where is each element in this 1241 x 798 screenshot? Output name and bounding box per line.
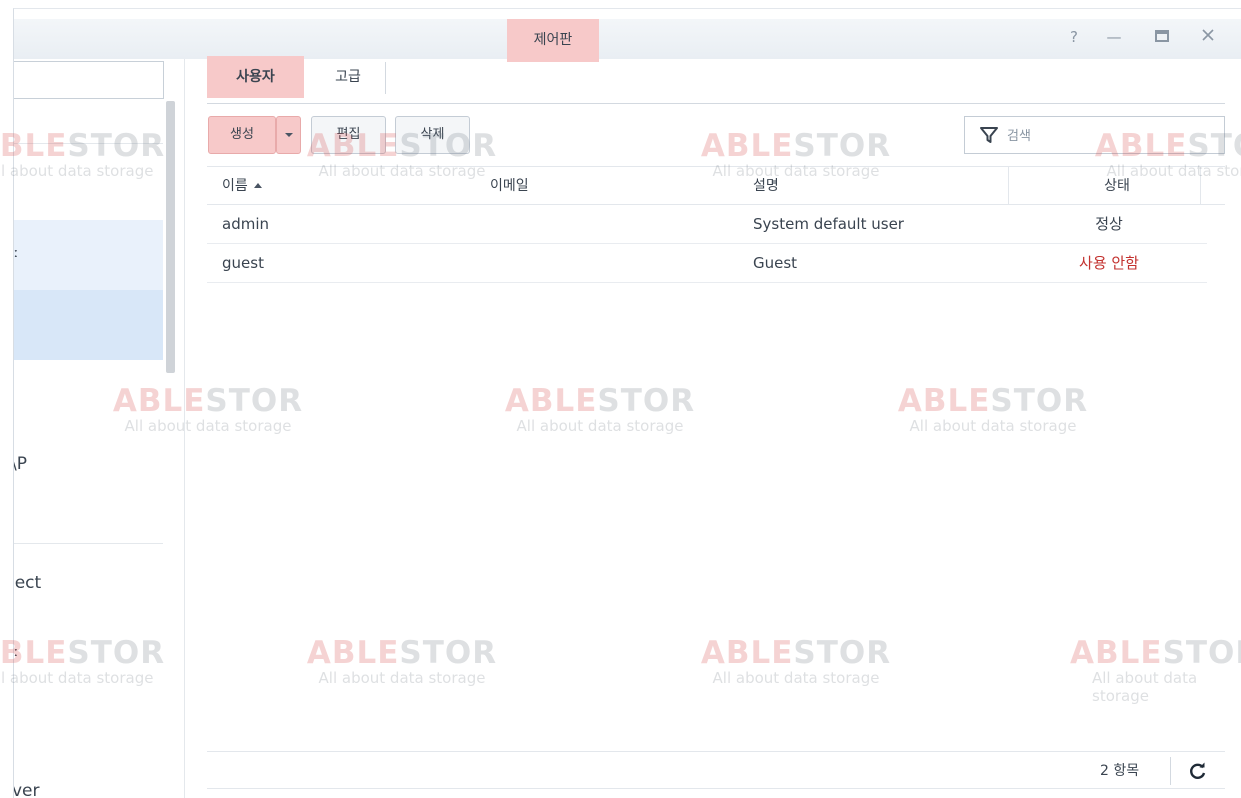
cell-description: Guest xyxy=(753,254,798,272)
table-row[interactable]: guest Guest 사용 안함 xyxy=(207,244,1207,283)
sidebar-item[interactable]: \P xyxy=(14,452,163,482)
sort-ascending-icon xyxy=(253,183,262,188)
sidebar-item[interactable]: ver xyxy=(14,781,163,798)
footer-separator xyxy=(1170,757,1171,785)
filter-icon[interactable] xyxy=(979,125,999,145)
maximize-icon[interactable] xyxy=(1152,26,1172,48)
cell-status: 정상 xyxy=(1095,215,1123,233)
minimize-icon[interactable]: — xyxy=(1104,26,1124,48)
column-header-status[interactable]: 상태 xyxy=(1027,167,1207,205)
cell-name: admin xyxy=(222,215,269,233)
sidebar-item-selected[interactable] xyxy=(14,290,163,360)
tab-underline xyxy=(207,103,1225,104)
column-header-description[interactable]: 설명 xyxy=(753,167,1003,205)
help-icon[interactable]: ? xyxy=(1064,26,1084,48)
tab-users[interactable]: 사용자 xyxy=(207,56,304,98)
sidebar-divider xyxy=(14,543,163,544)
cell-status: 사용 안함 xyxy=(1079,254,1139,272)
sidebar: ː \P iect ː ver xyxy=(14,59,185,798)
tab-separator xyxy=(385,62,386,94)
tab-advanced[interactable]: 고급 xyxy=(313,56,383,98)
search-input[interactable] xyxy=(1007,125,1207,147)
control-panel-window: 제어판 ? — ː \P iect ː ver 사용자 고급 xyxy=(0,0,1241,798)
refresh-icon[interactable] xyxy=(1187,760,1209,782)
table-row[interactable]: admin System default user 정상 xyxy=(207,205,1207,244)
sidebar-scrollbar[interactable] xyxy=(166,101,175,373)
item-count: 2 항목 xyxy=(1100,763,1140,779)
window-title: 제어판 xyxy=(507,19,599,62)
column-header-name[interactable]: 이름 xyxy=(222,167,492,205)
footer-bottom-divider xyxy=(207,788,1225,789)
table-header: 이름 이메일 설명 상태 xyxy=(207,166,1225,205)
sidebar-item[interactable]: ː xyxy=(14,639,163,669)
chevron-down-icon xyxy=(284,132,293,137)
sidebar-search-input[interactable] xyxy=(14,61,164,99)
footer-divider xyxy=(207,751,1225,752)
search-box[interactable] xyxy=(964,116,1225,154)
column-separator xyxy=(1200,167,1201,205)
cell-name: guest xyxy=(222,254,264,272)
cell-description: System default user xyxy=(753,215,904,233)
create-dropdown-button[interactable] xyxy=(276,116,301,154)
column-header-email[interactable]: 이메일 xyxy=(490,167,750,205)
delete-button[interactable]: 삭제 xyxy=(395,116,470,154)
sidebar-divider xyxy=(14,143,163,144)
column-separator xyxy=(1008,167,1009,205)
title-bar[interactable] xyxy=(14,19,1241,59)
close-icon[interactable] xyxy=(1198,26,1218,48)
create-button[interactable]: 생성 xyxy=(208,116,276,154)
sidebar-item[interactable]: iect xyxy=(14,571,163,601)
sidebar-item[interactable]: ː xyxy=(14,220,163,290)
edit-button[interactable]: 편집 xyxy=(311,116,386,154)
